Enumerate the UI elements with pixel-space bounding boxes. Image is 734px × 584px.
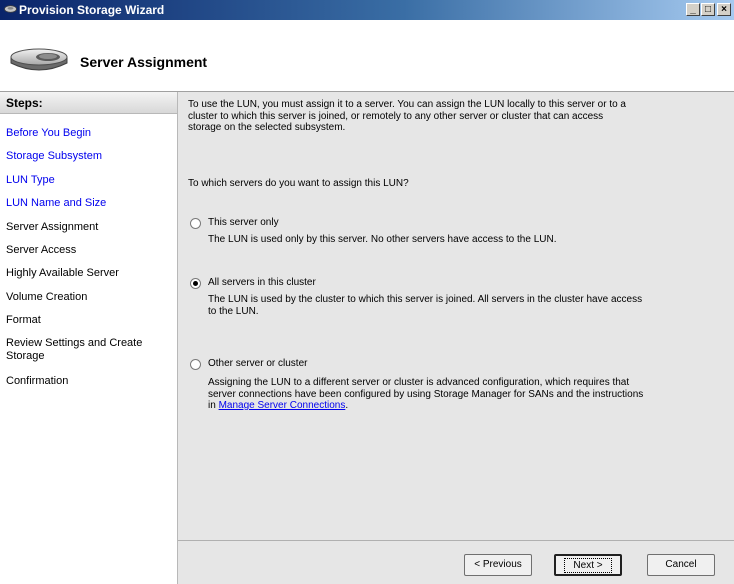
button-bar-divider bbox=[178, 540, 734, 541]
step-storage-subsystem[interactable]: Storage Subsystem bbox=[6, 150, 166, 163]
description-period: . bbox=[345, 400, 349, 411]
assignment-question: To which servers do you want to assign t… bbox=[188, 178, 409, 189]
next-button-label: Next > bbox=[564, 558, 612, 573]
step-highly-available-server: Highly Available Server bbox=[6, 267, 119, 279]
step-lun-type[interactable]: LUN Type bbox=[6, 174, 166, 187]
step-before-you-begin[interactable]: Before You Begin bbox=[6, 127, 166, 140]
window-title: Provision Storage Wizard bbox=[19, 3, 165, 17]
wizard-header: Server Assignment bbox=[0, 20, 734, 92]
this-server-only-label[interactable]: This server only bbox=[208, 217, 279, 228]
step-format: Format bbox=[6, 314, 41, 326]
close-button[interactable]: × bbox=[717, 3, 731, 16]
steps-title: Steps: bbox=[0, 92, 177, 114]
main-pane: To use the LUN, you must assign it to a … bbox=[178, 92, 734, 584]
previous-button[interactable]: < Previous bbox=[464, 554, 532, 576]
all-servers-in-cluster-description: The LUN is used by the cluster to which … bbox=[208, 294, 643, 317]
storage-disk-icon bbox=[10, 48, 68, 71]
this-server-only-description: The LUN is used only by this server. No … bbox=[208, 234, 557, 245]
this-server-only-radio[interactable] bbox=[190, 218, 201, 229]
wizard-window: Provision Storage Wizard _ □ × Server As… bbox=[0, 0, 734, 584]
next-button[interactable]: Next > bbox=[554, 554, 622, 576]
other-server-or-cluster-description: Assigning the LUN to a different server … bbox=[208, 377, 648, 412]
cancel-button[interactable]: Cancel bbox=[647, 554, 715, 576]
manage-server-connections-link[interactable]: Manage Server Connections bbox=[219, 400, 346, 411]
steps-pane: Steps: Before You Begin Storage Subsyste… bbox=[0, 92, 178, 584]
step-lun-name-and-size[interactable]: LUN Name and Size bbox=[6, 197, 166, 210]
title-bar[interactable]: Provision Storage Wizard _ □ × bbox=[0, 0, 734, 20]
step-server-access: Server Access bbox=[6, 244, 77, 256]
step-volume-creation: Volume Creation bbox=[6, 291, 88, 303]
all-servers-in-cluster-label[interactable]: All servers in this cluster bbox=[208, 277, 316, 288]
maximize-button[interactable]: □ bbox=[701, 3, 715, 16]
step-server-assignment: Server Assignment bbox=[6, 221, 99, 233]
page-heading: Server Assignment bbox=[80, 54, 208, 70]
step-confirmation: Confirmation bbox=[6, 375, 69, 387]
step-review-settings-and-create-storage: Review Settings and Create Storage bbox=[6, 337, 143, 362]
minimize-button[interactable]: _ bbox=[686, 3, 700, 16]
other-server-or-cluster-label[interactable]: Other server or cluster bbox=[208, 358, 307, 369]
radio-selected-dot bbox=[193, 281, 198, 286]
storage-app-icon bbox=[4, 5, 17, 13]
other-server-or-cluster-radio[interactable] bbox=[190, 359, 201, 370]
intro-text: To use the LUN, you must assign it to a … bbox=[188, 99, 626, 133]
all-servers-in-cluster-radio[interactable] bbox=[190, 278, 201, 289]
